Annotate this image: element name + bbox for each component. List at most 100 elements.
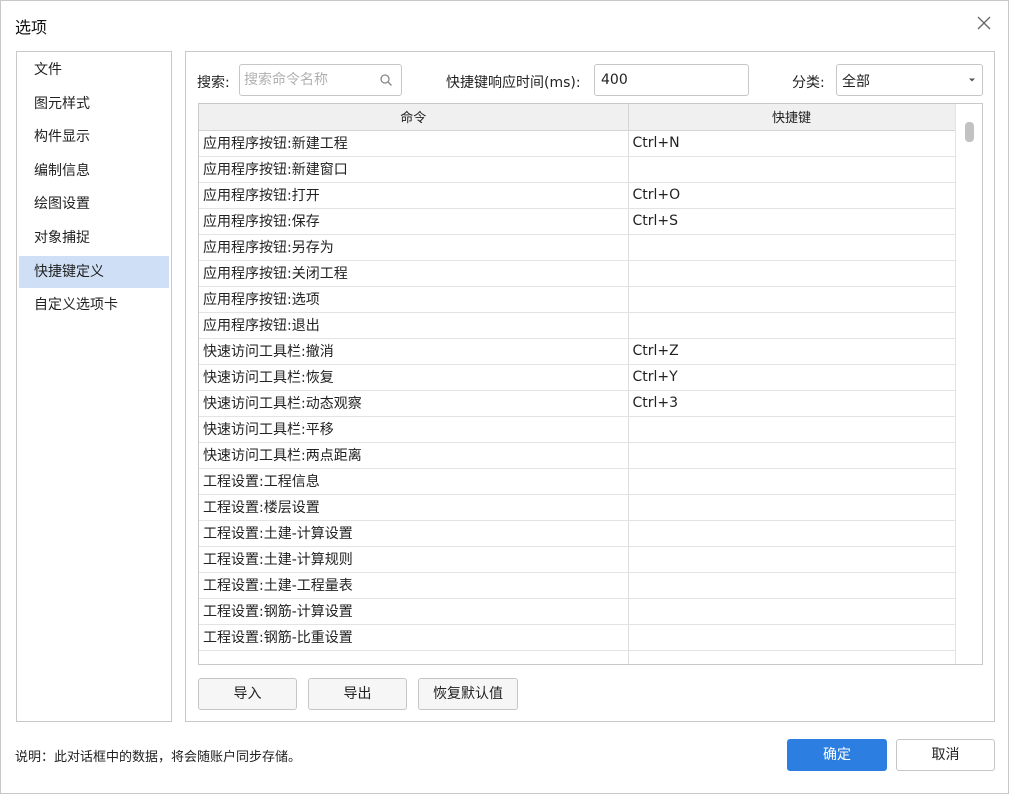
shortcut-cell[interactable] <box>628 650 956 664</box>
command-cell[interactable]: 工程设置:土建-工程量表 <box>199 572 629 599</box>
shortcut-table: 命令 快捷键 应用程序按钮:新建工程 Ctrl+N 应用程序按钮:新建窗口 应用程序按… <box>198 103 983 665</box>
shortcut-cell[interactable] <box>628 234 956 261</box>
shortcut-cell[interactable] <box>628 312 956 339</box>
chevron-down-icon <box>969 78 975 82</box>
command-cell[interactable]: 工程设置:土建-计算设置 <box>199 520 629 547</box>
shortcut-cell[interactable] <box>628 416 956 443</box>
ok-button[interactable]: 确定 <box>787 739 887 771</box>
sidebar-item-element-style[interactable]: 图元样式 <box>19 88 169 120</box>
command-cell[interactable]: 工程设置:钢筋-比重设置 <box>199 624 629 651</box>
command-cell[interactable]: 应用程序按钮:保存 <box>199 208 629 235</box>
command-cell[interactable]: 应用程序按钮:另存为 <box>199 234 629 261</box>
table-row[interactable]: 快速访问工具栏:动态观察 Ctrl+3 <box>199 390 956 417</box>
cancel-button[interactable]: 取消 <box>896 739 995 771</box>
table-row[interactable]: 工程设置:土建-计算设置 <box>199 520 956 547</box>
shortcut-cell[interactable] <box>628 260 956 287</box>
category-value: 全部 <box>842 74 870 90</box>
command-cell[interactable]: 工程设置:土建-计算规则 <box>199 546 629 573</box>
shortcut-cell[interactable] <box>628 520 956 547</box>
shortcut-panel: 搜索: 快捷键响应时间(ms): 分类: 全部 命令 快 <box>185 51 995 722</box>
command-cell[interactable]: 工程设置:楼层设置 <box>199 494 629 521</box>
shortcut-cell[interactable]: Ctrl+Z <box>628 338 956 365</box>
shortcut-grid: 命令 快捷键 应用程序按钮:新建工程 Ctrl+N 应用程序按钮:新建窗口 应用程序按… <box>199 104 956 664</box>
timeout-label: 快捷键响应时间(ms): <box>446 75 581 91</box>
table-row[interactable]: 应用程序按钮:新建工程 Ctrl+N <box>199 130 956 157</box>
scrollbar-thumb[interactable] <box>965 122 974 142</box>
column-header-command[interactable]: 命令 <box>199 104 629 131</box>
shortcut-cell[interactable]: Ctrl+3 <box>628 390 956 417</box>
table-row[interactable]: 工程设置:土建-工程量表 <box>199 572 956 599</box>
restore-defaults-button[interactable]: 恢复默认值 <box>418 678 518 710</box>
sidebar-item-object-snap[interactable]: 对象捕捉 <box>19 222 169 254</box>
table-row[interactable]: 应用程序按钮:退出 <box>199 312 956 339</box>
table-row[interactable]: 应用程序按钮:打开 Ctrl+O <box>199 182 956 209</box>
command-cell[interactable]: 快速访问工具栏:撤消 <box>199 338 629 365</box>
table-row[interactable]: 快速访问工具栏:恢复 Ctrl+Y <box>199 364 956 391</box>
command-cell[interactable]: 应用程序按钮:关闭工程 <box>199 260 629 287</box>
table-row[interactable]: 应用程序按钮:另存为 <box>199 234 956 261</box>
command-cell[interactable] <box>199 650 629 664</box>
export-button[interactable]: 导出 <box>308 678 407 710</box>
command-cell[interactable]: 工程设置:工程信息 <box>199 468 629 495</box>
command-cell[interactable]: 应用程序按钮:退出 <box>199 312 629 339</box>
table-row[interactable]: 应用程序按钮:选项 <box>199 286 956 313</box>
timeout-field[interactable] <box>594 64 749 96</box>
shortcut-cell[interactable]: Ctrl+Y <box>628 364 956 391</box>
column-header-shortcut[interactable]: 快捷键 <box>628 104 956 131</box>
sidebar-item-component-display[interactable]: 构件显示 <box>19 121 169 153</box>
search-icon[interactable] <box>379 73 393 87</box>
sidebar-item-compile-info[interactable]: 编制信息 <box>19 155 169 187</box>
command-cell[interactable]: 快速访问工具栏:平移 <box>199 416 629 443</box>
category-select[interactable]: 全部 <box>836 64 983 96</box>
sidebar-item-shortcut-definition[interactable]: 快捷键定义 <box>19 256 169 288</box>
table-row[interactable]: 应用程序按钮:新建窗口 <box>199 156 956 183</box>
command-cell[interactable]: 应用程序按钮:选项 <box>199 286 629 313</box>
shortcut-cell[interactable]: Ctrl+N <box>628 130 956 157</box>
table-row[interactable]: 快速访问工具栏:撤消 Ctrl+Z <box>199 338 956 365</box>
shortcut-cell[interactable] <box>628 468 956 495</box>
shortcut-cell[interactable] <box>628 572 956 599</box>
table-row[interactable]: 工程设置:楼层设置 <box>199 494 956 521</box>
command-cell[interactable]: 工程设置:钢筋-计算设置 <box>199 598 629 625</box>
shortcut-cell[interactable]: Ctrl+O <box>628 182 956 209</box>
dialog-title: 选项 <box>15 18 48 37</box>
command-cell[interactable]: 应用程序按钮:打开 <box>199 182 629 209</box>
command-cell[interactable]: 快速访问工具栏:恢复 <box>199 364 629 391</box>
search-field[interactable] <box>239 64 402 96</box>
search-label: 搜索: <box>197 75 230 91</box>
table-row[interactable]: 应用程序按钮:保存 Ctrl+S <box>199 208 956 235</box>
table-row[interactable]: 应用程序按钮:关闭工程 <box>199 260 956 287</box>
search-input[interactable] <box>244 69 374 91</box>
sidebar-item-custom-tabs[interactable]: 自定义选项卡 <box>19 289 169 321</box>
table-row[interactable]: 快速访问工具栏:两点距离 <box>199 442 956 469</box>
footer-note: 说明：此对话框中的数据，将会随账户同步存储。 <box>15 750 302 765</box>
table-row[interactable]: 工程设置:土建-计算规则 <box>199 546 956 573</box>
command-cell[interactable]: 应用程序按钮:新建窗口 <box>199 156 629 183</box>
shortcut-cell[interactable] <box>628 598 956 625</box>
shortcut-cell[interactable] <box>628 494 956 521</box>
table-row[interactable]: 快速访问工具栏:平移 <box>199 416 956 443</box>
shortcut-cell[interactable] <box>628 624 956 651</box>
options-sidebar: 文件 图元样式 构件显示 编制信息 绘图设置 对象捕捉 快捷键定义 自定义选项卡 <box>16 51 172 722</box>
close-button[interactable] <box>974 13 994 33</box>
table-row[interactable]: 工程设置:钢筋-计算设置 <box>199 598 956 625</box>
import-button[interactable]: 导入 <box>198 678 297 710</box>
command-cell[interactable]: 应用程序按钮:新建工程 <box>199 130 629 157</box>
category-label: 分类: <box>792 75 825 91</box>
shortcut-cell[interactable] <box>628 546 956 573</box>
vertical-scrollbar[interactable] <box>955 104 982 664</box>
table-row[interactable] <box>199 650 956 664</box>
shortcut-cell[interactable] <box>628 156 956 183</box>
command-cell[interactable]: 快速访问工具栏:动态观察 <box>199 390 629 417</box>
timeout-input[interactable] <box>601 69 741 91</box>
shortcut-cell[interactable]: Ctrl+S <box>628 208 956 235</box>
sidebar-item-drawing-settings[interactable]: 绘图设置 <box>19 188 169 220</box>
sidebar-item-file[interactable]: 文件 <box>19 54 169 86</box>
table-row[interactable]: 工程设置:钢筋-比重设置 <box>199 624 956 651</box>
close-icon <box>977 16 991 30</box>
shortcut-cell[interactable] <box>628 286 956 313</box>
command-cell[interactable]: 快速访问工具栏:两点距离 <box>199 442 629 469</box>
shortcut-cell[interactable] <box>628 442 956 469</box>
table-header-row: 命令 快捷键 <box>199 104 956 131</box>
table-row[interactable]: 工程设置:工程信息 <box>199 468 956 495</box>
